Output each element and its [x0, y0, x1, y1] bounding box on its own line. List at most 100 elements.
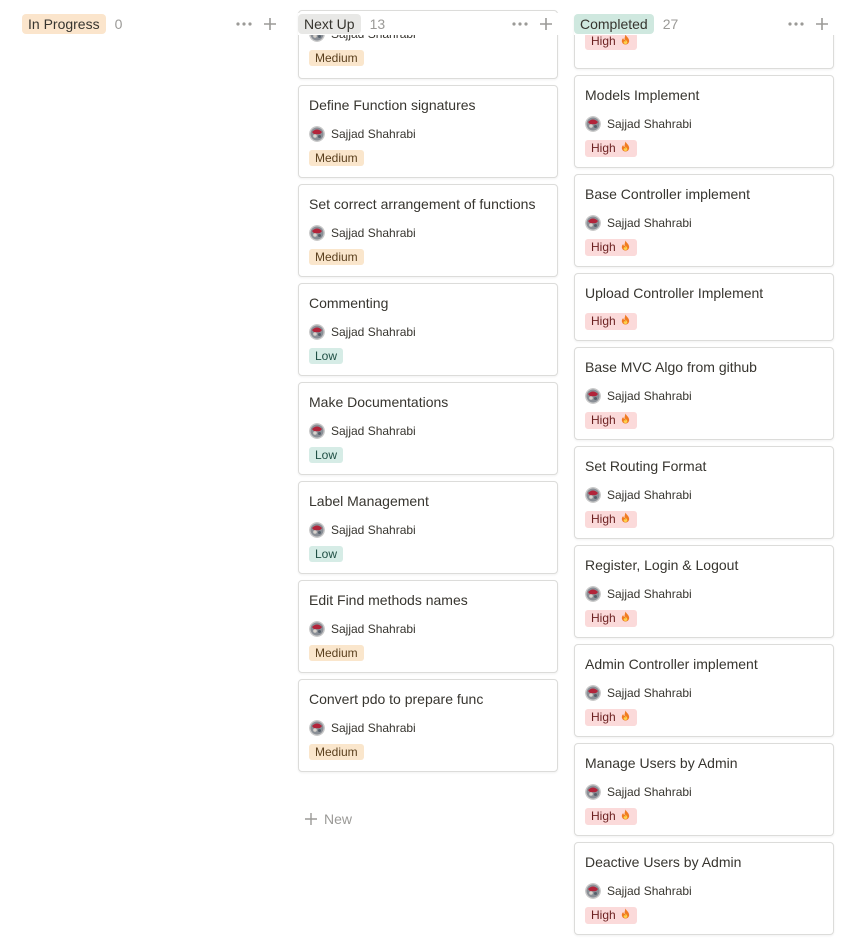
avatar	[309, 522, 325, 538]
card-title: Set correct arrangement of functions	[309, 196, 536, 212]
fire-icon	[620, 809, 631, 823]
column-title[interactable]: In Progress	[22, 14, 106, 34]
card-assignee: Sajjad Shahrabi	[309, 522, 416, 538]
card-assignee: Sajjad Shahrabi	[585, 784, 692, 800]
assignee-name: Sajjad Shahrabi	[607, 488, 692, 502]
priority-label: Low	[315, 349, 338, 363]
task-card[interactable]: Commenting Sajjad Shahrabi Low	[298, 283, 558, 376]
assignee-name: Sajjad Shahrabi	[607, 884, 692, 898]
avatar	[309, 324, 325, 340]
priority-badge: Medium	[309, 645, 364, 661]
priority-badge: Medium	[309, 150, 364, 166]
priority-badge: High	[585, 140, 637, 157]
priority-label: High	[591, 240, 616, 254]
assignee-name: Sajjad Shahrabi	[607, 216, 692, 230]
priority-label: Medium	[315, 51, 358, 65]
assignee-name: Sajjad Shahrabi	[607, 785, 692, 799]
card-assignee: Sajjad Shahrabi	[585, 388, 692, 404]
priority-badge: High	[585, 313, 637, 330]
task-card[interactable]: Set Routing Format Sajjad Shahrabi High	[574, 446, 834, 539]
column-header: Next Up 13	[298, 13, 560, 35]
assignee-name: Sajjad Shahrabi	[607, 587, 692, 601]
plus-icon[interactable]	[538, 16, 554, 32]
priority-label: High	[591, 413, 616, 427]
plus-icon[interactable]	[262, 16, 278, 32]
assignee-name: Sajjad Shahrabi	[331, 721, 416, 735]
priority-badge: Medium	[309, 744, 364, 760]
avatar	[309, 621, 325, 637]
card-assignee: Sajjad Shahrabi	[309, 126, 416, 142]
priority-label: Low	[315, 448, 338, 462]
task-card[interactable]: Edit Find methods names Sajjad Shahrabi Me…	[298, 580, 558, 673]
priority-label: High	[591, 314, 616, 328]
task-card[interactable]: Register, Login & Logout Sajjad Shahrabi H…	[574, 545, 834, 638]
fire-icon	[620, 240, 631, 254]
priority-badge: Low	[309, 348, 344, 364]
column-title[interactable]: Completed	[574, 14, 654, 34]
card-assignee: Sajjad Shahrabi	[585, 215, 692, 231]
card-title: Admin Controller implement	[585, 656, 758, 672]
card-title: Deactive Users by Admin	[585, 854, 742, 870]
task-card[interactable]: Base MVC Algo from github Sajjad Shahrabi…	[574, 347, 834, 440]
task-card[interactable]: Define Function signatures Sajjad Shahrab…	[298, 85, 558, 178]
avatar	[585, 784, 601, 800]
column-count: 27	[662, 16, 679, 32]
assignee-name: Sajjad Shahrabi	[331, 622, 416, 636]
card-assignee: Sajjad Shahrabi	[585, 116, 692, 132]
more-horizontal-icon[interactable]	[236, 16, 252, 32]
assignee-name: Sajjad Shahrabi	[607, 389, 692, 403]
task-card[interactable]: Upload Controller Implement High	[574, 273, 834, 341]
assignee-name: Sajjad Shahrabi	[331, 424, 416, 438]
assignee-name: Sajjad Shahrabi	[607, 117, 692, 131]
task-card[interactable]: Convert pdo to prepare func Sajjad Shahra…	[298, 679, 558, 772]
task-card[interactable]: Models Implement Sajjad Shahrabi High	[574, 75, 834, 168]
fire-icon	[620, 710, 631, 724]
card-assignee: Sajjad Shahrabi	[309, 621, 416, 637]
fire-icon	[620, 413, 631, 427]
task-card[interactable]: Set correct arrangement of functions Sajj…	[298, 184, 558, 277]
avatar	[585, 116, 601, 132]
card-assignee: Sajjad Shahrabi	[309, 225, 416, 241]
priority-badge: High	[585, 808, 637, 825]
avatar	[585, 586, 601, 602]
avatar	[309, 423, 325, 439]
fire-icon	[620, 512, 631, 526]
card-title: Upload Controller Implement	[585, 285, 764, 301]
card-title: Set Routing Format	[585, 458, 707, 474]
column-count: 13	[369, 16, 386, 32]
card-assignee: Sajjad Shahrabi	[309, 324, 416, 340]
card-title: Define Function signatures	[309, 97, 476, 113]
fire-icon	[620, 611, 631, 625]
priority-label: Medium	[315, 151, 358, 165]
avatar	[585, 215, 601, 231]
task-card[interactable]: Base Controller implement Sajjad Shahrabi…	[574, 174, 834, 267]
priority-badge: High	[585, 412, 637, 429]
new-card-button[interactable]: New	[304, 811, 352, 827]
column-title[interactable]: Next Up	[298, 14, 361, 34]
task-card[interactable]: Label Management Sajjad Shahrabi Low	[298, 481, 558, 574]
card-title: Base Controller implement	[585, 186, 750, 202]
avatar	[309, 225, 325, 241]
card-title: Convert pdo to prepare func	[309, 691, 484, 707]
more-horizontal-icon[interactable]	[788, 16, 804, 32]
fire-icon	[620, 34, 631, 48]
task-card[interactable]: Admin Controller implement Sajjad Shahrab…	[574, 644, 834, 737]
card-title: Manage Users by Admin	[585, 755, 738, 771]
priority-badge: Low	[309, 447, 344, 463]
priority-label: Medium	[315, 646, 358, 660]
fire-icon	[620, 908, 631, 922]
plus-icon[interactable]	[814, 16, 830, 32]
task-card[interactable]: Make Documentations Sajjad Shahrabi Low	[298, 382, 558, 475]
card-title: Label Management	[309, 493, 429, 509]
more-horizontal-icon[interactable]	[512, 16, 528, 32]
card-assignee: Sajjad Shahrabi	[309, 423, 416, 439]
column-count: 0	[114, 16, 123, 32]
priority-badge: High	[585, 511, 637, 528]
priority-label: High	[591, 809, 616, 823]
task-card[interactable]: Deactive Users by Admin Sajjad Shahrabi Hi…	[574, 842, 834, 935]
task-card[interactable]: Manage Users by Admin Sajjad Shahrabi High	[574, 743, 834, 836]
fire-icon	[620, 141, 631, 155]
priority-badge: High	[585, 33, 637, 50]
avatar	[585, 685, 601, 701]
avatar	[585, 883, 601, 899]
